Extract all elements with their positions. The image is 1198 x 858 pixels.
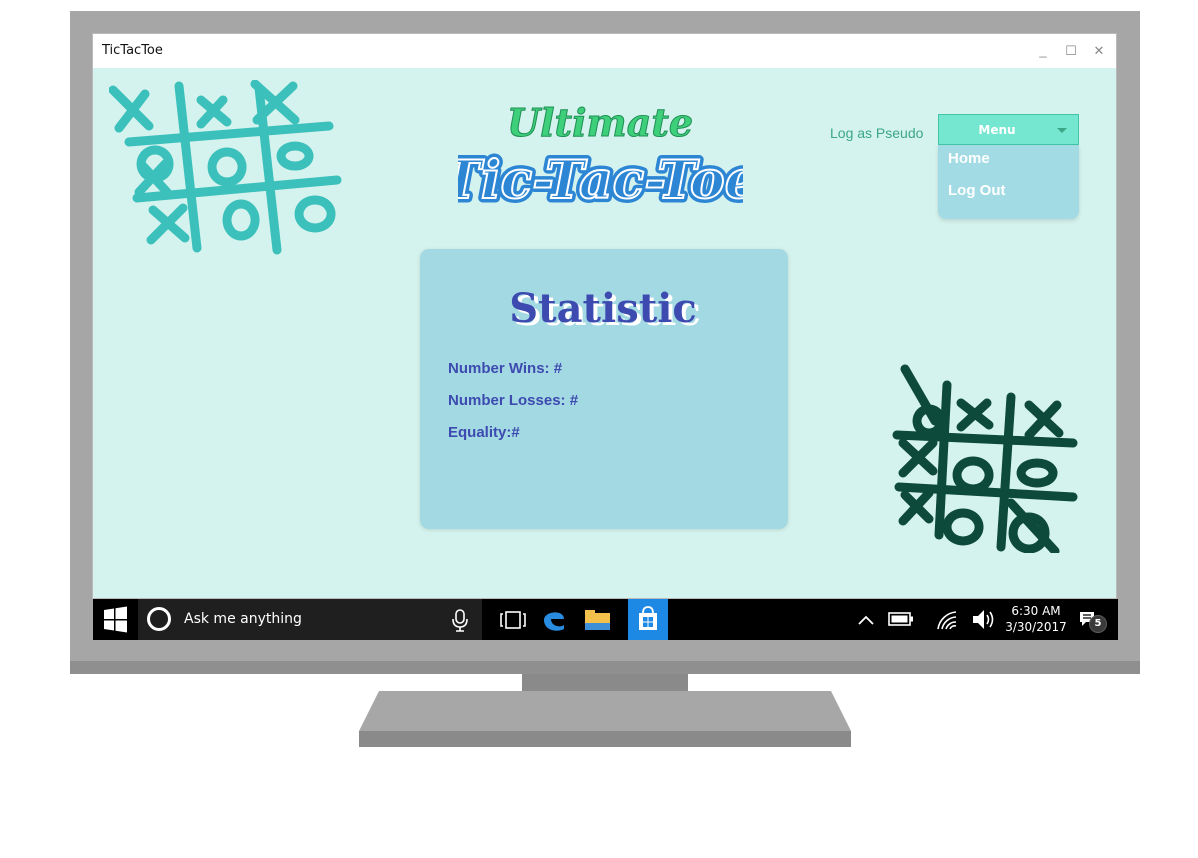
windows-logo-icon[interactable] xyxy=(93,599,138,640)
title-bar: TicTacToe _ ☐ ✕ xyxy=(93,34,1116,68)
taskbar: Ask me anything 6:30 AM 3/30/2017 5 xyxy=(93,599,1118,640)
logo-line2: Tic-Tac-Toe xyxy=(458,150,743,210)
window-title: TicTacToe xyxy=(102,43,163,58)
search-placeholder: Ask me anything xyxy=(184,611,302,627)
app-logo: Ultimate Tic-Tac-Toe Tic-Tac-Toe xyxy=(458,100,743,211)
equality-label: Equality:# xyxy=(448,424,520,441)
notification-count-badge: 5 xyxy=(1089,615,1107,633)
app-content: Ultimate Tic-Tac-Toe Tic-Tac-Toe Log as … xyxy=(93,68,1116,598)
maximize-button[interactable]: ☐ xyxy=(1058,40,1084,62)
volume-icon[interactable] xyxy=(966,599,1000,640)
chevron-down-icon xyxy=(1057,128,1067,133)
edge-browser-icon[interactable] xyxy=(534,599,574,640)
cortana-circle-icon[interactable] xyxy=(147,607,171,631)
menu-item-log-out[interactable]: Log Out xyxy=(948,182,1005,199)
app-window: TicTacToe _ ☐ ✕ Ultimate Tic-Tac-Toe Tic… xyxy=(92,33,1117,599)
store-icon[interactable] xyxy=(628,599,668,640)
file-explorer-icon[interactable] xyxy=(577,599,617,640)
number-losses-label: Number Losses: # xyxy=(448,392,579,409)
monitor-stand-base xyxy=(359,691,851,747)
menu-dropdown: Home Log Out xyxy=(938,145,1079,219)
statistics-title-text: Statistic xyxy=(509,285,697,332)
clock-time: 6:30 AM xyxy=(1011,604,1061,618)
tictactoe-doodle-dark-icon xyxy=(892,364,1078,553)
battery-icon[interactable] xyxy=(884,599,918,640)
scene: TicTacToe _ ☐ ✕ Ultimate Tic-Tac-Toe Tic… xyxy=(0,0,1198,858)
wifi-icon[interactable] xyxy=(930,599,964,640)
minimize-button[interactable]: _ xyxy=(1030,40,1056,62)
statistics-title: Statistic Statistic xyxy=(509,285,701,335)
number-wins-label: Number Wins: # xyxy=(448,360,563,377)
clock-date: 3/30/2017 xyxy=(1005,620,1067,634)
close-button[interactable]: ✕ xyxy=(1086,40,1112,62)
search-box[interactable]: Ask me anything xyxy=(138,599,482,640)
log-as-pseudo-link[interactable]: Log as Pseudo xyxy=(830,125,923,141)
tictactoe-doodle-icon xyxy=(109,80,342,255)
chevron-up-icon[interactable] xyxy=(849,599,883,640)
action-center-button[interactable]: 5 xyxy=(1075,603,1111,637)
task-view-icon[interactable] xyxy=(493,599,533,640)
system-clock[interactable]: 6:30 AM 3/30/2017 xyxy=(1003,603,1069,635)
menu-button[interactable]: Menu xyxy=(938,114,1079,145)
monitor-chin xyxy=(70,661,1140,674)
statistics-card: Statistic Statistic Number Wins: # Numbe… xyxy=(420,249,788,529)
logo-line1: Ultimate xyxy=(507,100,693,145)
menu-item-home[interactable]: Home xyxy=(948,150,990,167)
microphone-icon[interactable] xyxy=(450,608,470,632)
menu-button-label: Menu xyxy=(978,123,1016,137)
